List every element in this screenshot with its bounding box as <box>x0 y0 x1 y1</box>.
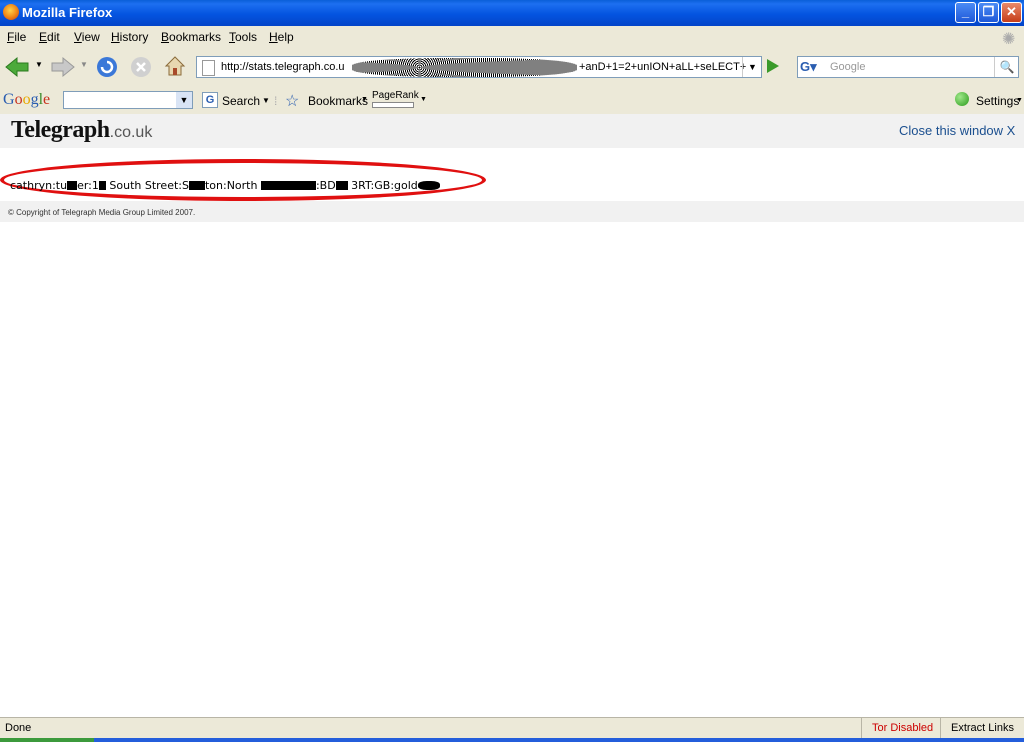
throbber-icon: ✺ <box>1002 31 1016 48</box>
record-part: 3RT:GB:gold <box>347 179 418 192</box>
record-part: er:1 <box>77 179 99 192</box>
search-dropdown-icon[interactable]: ▼ <box>262 96 270 105</box>
site-header <box>0 114 1024 148</box>
google-toolbar-search-input[interactable]: ▼ <box>63 91 193 109</box>
menu-edit[interactable]: Edit <box>39 30 60 44</box>
google-bookmarks-button[interactable]: Bookmarks <box>308 94 368 108</box>
google-search-button[interactable]: Search <box>222 94 260 108</box>
leaked-record-text: cathryn:tu er:1 South Street:S ton:North :… <box>10 179 440 192</box>
url-bar[interactable]: http://stats.telegraph.co.u +anD+1=2+unI… <box>196 56 762 78</box>
search-input[interactable]: Google <box>830 61 865 73</box>
redaction-block <box>260 181 316 190</box>
logo-suffix: .co.uk <box>109 124 153 141</box>
menu-view[interactable]: View <box>74 30 100 44</box>
home-icon[interactable] <box>163 54 187 78</box>
toolbar-separator: ⁞ <box>274 94 278 108</box>
url-text: http://stats.telegraph.co.u <box>221 61 345 73</box>
reload-icon[interactable] <box>95 55 119 79</box>
pagerank-bar <box>372 102 414 108</box>
page-icon <box>202 60 215 76</box>
pagerank-label: PageRank <box>372 90 419 101</box>
close-window-link[interactable]: Close this window X <box>899 123 1015 138</box>
redaction-block <box>335 181 348 190</box>
menu-file[interactable]: File <box>7 30 26 44</box>
search-bar[interactable]: G▾ Google 🔍 <box>797 56 1019 78</box>
redaction-block <box>188 181 205 190</box>
back-icon[interactable] <box>4 56 30 78</box>
search-icon[interactable]: 🔍 <box>994 57 1019 77</box>
telegraph-logo[interactable]: Telegraph.co.uk <box>11 117 152 144</box>
taskbar <box>0 738 1024 742</box>
settings-dropdown-icon[interactable]: ▼ <box>1016 97 1023 104</box>
tor-status[interactable]: Tor Disabled <box>861 718 940 738</box>
status-bar: Done Tor Disabled Extract Links <box>0 717 1024 739</box>
menu-history[interactable]: History <box>111 30 148 44</box>
window-titlebar: Mozilla Firefox _ ❐ ✕ <box>0 0 1024 26</box>
menu-bar: File Edit View History Bookmarks Tools H… <box>0 26 1024 48</box>
record-part: cathryn:tu <box>10 179 68 192</box>
record-part: South Street:S <box>105 179 189 192</box>
menu-bookmarks[interactable]: Bookmarks <box>161 30 221 44</box>
start-button[interactable] <box>0 738 94 742</box>
google-settings-button[interactable]: Settings <box>976 94 1019 108</box>
redaction-scribble <box>417 181 440 190</box>
google-engine-icon[interactable]: G▾ <box>800 59 824 75</box>
bookmarks-star-icon[interactable]: ☆ <box>285 91 299 111</box>
url-text-suffix: +anD+1=2+unION+aLL+seLECT+ <box>579 61 747 73</box>
chevron-down-icon[interactable]: ▼ <box>176 92 192 108</box>
record-part: ton:North <box>204 179 261 192</box>
maximize-button[interactable]: ❐ <box>978 2 999 23</box>
redaction-block <box>67 181 78 190</box>
go-button[interactable] <box>767 59 779 73</box>
bookmarks-dropdown-icon[interactable]: ▼ <box>361 96 368 103</box>
status-green-icon <box>955 92 969 106</box>
google-logo[interactable]: Google <box>3 91 50 109</box>
stop-icon[interactable] <box>129 55 153 79</box>
menu-help[interactable]: Help <box>269 30 294 44</box>
url-redaction <box>352 58 577 77</box>
menu-tools[interactable]: Tools <box>229 30 257 44</box>
minimize-button[interactable]: _ <box>955 2 976 23</box>
extract-links-button[interactable]: Extract Links <box>940 718 1024 738</box>
close-button[interactable]: ✕ <box>1001 2 1022 23</box>
window-title: Mozilla Firefox <box>22 5 113 20</box>
pagerank-dropdown-icon[interactable]: ▼ <box>420 96 427 103</box>
url-history-dropdown-icon[interactable]: ▼ <box>742 57 762 77</box>
copyright-text: © Copyright of Telegraph Media Group Lim… <box>8 208 196 217</box>
forward-dropdown-icon[interactable]: ▼ <box>80 60 88 69</box>
redaction-block <box>98 181 106 190</box>
record-part: :BD <box>315 179 336 192</box>
forward-icon[interactable] <box>50 56 76 78</box>
google-search-icon[interactable]: G <box>202 92 218 108</box>
logo-main: Telegraph <box>11 117 110 143</box>
back-dropdown-icon[interactable]: ▼ <box>35 60 43 69</box>
status-text: Done <box>5 722 32 734</box>
firefox-icon <box>3 4 19 20</box>
